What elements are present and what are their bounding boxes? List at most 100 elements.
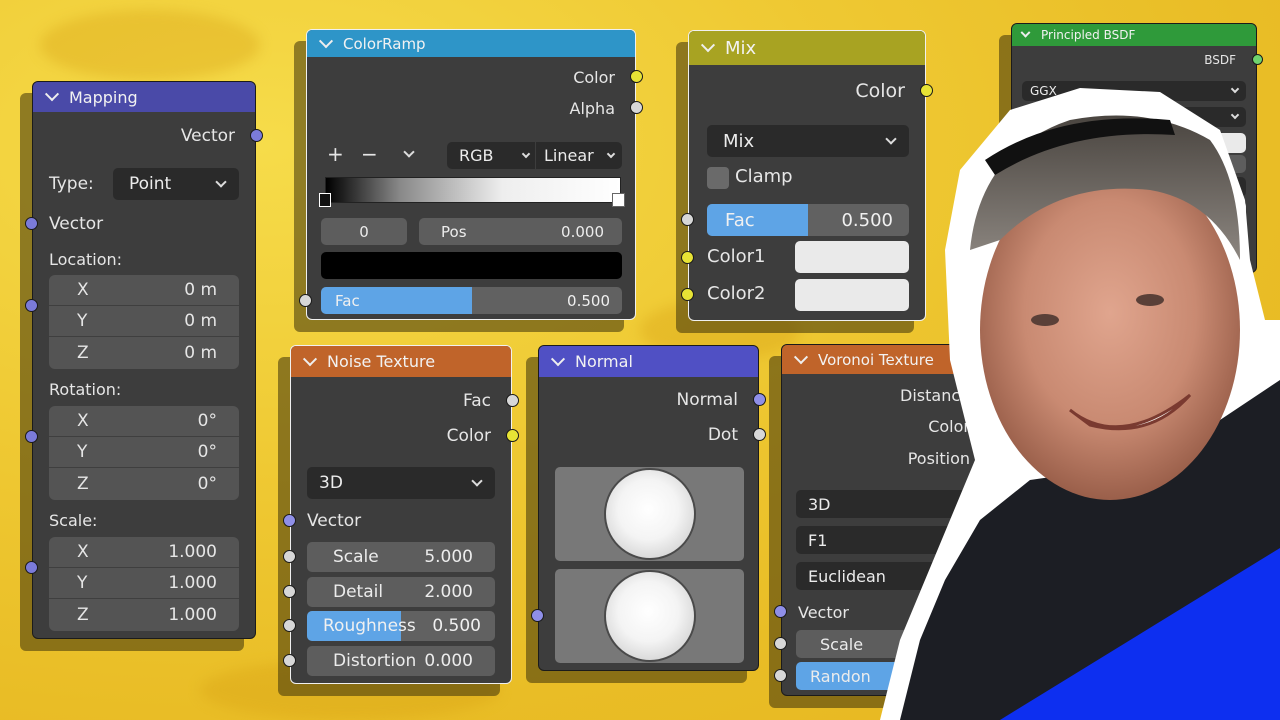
voronoi-color-output-socket[interactable]: [985, 419, 998, 432]
color-ramp-gradient[interactable]: [325, 177, 621, 203]
noise-vector-input-socket[interactable]: [283, 514, 296, 527]
ramp-stop-black-handle[interactable]: [319, 193, 331, 207]
mapping-node[interactable]: Mapping Vector Type: Point Vector Locati…: [25, 81, 263, 639]
mapping-location-socket[interactable]: [25, 299, 38, 312]
mix-color-output-socket[interactable]: [920, 84, 933, 97]
voronoi-node-header[interactable]: Voronoi Texture: [782, 345, 990, 374]
mapping-scale-vector[interactable]: X 1.000 Y 1.000 Z 1.000: [49, 537, 239, 631]
voronoi-scale-socket[interactable]: [774, 637, 787, 650]
collapse-chevron-icon[interactable]: [793, 349, 809, 364]
collapse-chevron-icon[interactable]: [1020, 27, 1031, 38]
scale-y-field[interactable]: Y 1.000: [49, 568, 239, 599]
noise-fac-output-socket[interactable]: [506, 394, 519, 407]
bsdf-output-socket[interactable]: [1252, 54, 1263, 65]
normal-input-sphere-widget[interactable]: [555, 569, 744, 663]
color2-input-socket[interactable]: [681, 288, 694, 301]
noise-color-output-socket[interactable]: [506, 429, 519, 442]
mapping-rotation-vector[interactable]: X 0° Y 0° Z 0°: [49, 406, 239, 500]
base-color-swatch[interactable]: [1022, 133, 1246, 153]
noise-detail-field[interactable]: Detail 2.000: [307, 577, 495, 607]
distance-output-socket[interactable]: [985, 388, 998, 401]
mapping-type-dropdown[interactable]: Point: [113, 168, 239, 200]
voronoi-metric-dropdown[interactable]: Euclidean: [796, 562, 976, 590]
color2-swatch[interactable]: [795, 279, 909, 311]
collapse-chevron-icon[interactable]: [700, 38, 716, 53]
colorramp-node[interactable]: ColorRamp Color Alpha + − RGB Linear 0 P…: [299, 29, 643, 320]
mapping-scale-socket[interactable]: [25, 561, 38, 574]
rotation-z-field[interactable]: Z 0°: [49, 468, 239, 499]
ramp-menu-chevron-icon[interactable]: [403, 146, 415, 158]
normal-direction-sphere-widget[interactable]: [555, 467, 744, 561]
noise-distortion-field[interactable]: Distortion 0.000: [307, 646, 495, 676]
noise-roughness-socket[interactable]: [283, 619, 296, 632]
mapping-location-vector[interactable]: X 0 m Y 0 m Z 0 m: [49, 275, 239, 369]
subsurface-color-swatch[interactable]: [1022, 201, 1246, 219]
scale-z-field[interactable]: Z 1.000: [49, 599, 239, 630]
collapse-chevron-icon[interactable]: [550, 351, 566, 366]
dot-output-socket[interactable]: [753, 428, 766, 441]
mix-fac-input-socket[interactable]: [681, 213, 694, 226]
normal-output-socket[interactable]: [753, 393, 766, 406]
ramp-stop-white-handle[interactable]: [612, 193, 625, 207]
subsurface-field[interactable]: 000: [1022, 155, 1246, 173]
clamp-checkbox[interactable]: [707, 167, 729, 189]
noise-roughness-slider[interactable]: Roughness 0.500: [307, 611, 495, 641]
distribution-dropdown[interactable]: GGX: [1022, 81, 1246, 101]
noise-detail-socket[interactable]: [283, 585, 296, 598]
principled-dropdown-3[interactable]: [1022, 177, 1246, 197]
stop-position-field[interactable]: Pos 0.000: [419, 218, 622, 245]
interpolation-dropdown[interactable]: Linear: [536, 142, 622, 169]
voronoi-vector-input-socket[interactable]: [774, 605, 787, 618]
normal-node-header[interactable]: Normal: [539, 346, 758, 377]
normal-input-socket[interactable]: [531, 609, 544, 622]
add-stop-button[interactable]: +: [327, 142, 344, 166]
scale-x-field[interactable]: X 1.000: [49, 537, 239, 568]
collapse-chevron-icon[interactable]: [44, 87, 60, 102]
noise-dimensions-dropdown[interactable]: 3D: [307, 467, 495, 499]
mapping-vector-input-socket[interactable]: [25, 217, 38, 230]
color1-input-socket[interactable]: [681, 251, 694, 264]
colorramp-color-output-socket[interactable]: [630, 70, 643, 83]
mix-node-header[interactable]: Mix: [689, 31, 925, 65]
location-y-field[interactable]: Y 0 m: [49, 306, 239, 337]
subsurface-method-dropdown[interactable]: [1022, 107, 1246, 127]
noise-texture-node[interactable]: Noise Texture Fac Color 3D Vector Scale …: [283, 345, 519, 684]
location-x-field[interactable]: X 0 m: [49, 275, 239, 306]
principled-node-header[interactable]: Principled BSDF: [1012, 24, 1256, 46]
noise-scale-socket[interactable]: [283, 550, 296, 563]
location-z-field[interactable]: Z 0 m: [49, 337, 239, 368]
voronoi-dimensions-dropdown[interactable]: 3D: [796, 490, 976, 518]
stop-index-field[interactable]: 0: [321, 218, 407, 245]
remove-stop-button[interactable]: −: [361, 142, 378, 166]
noise-scale-field[interactable]: Scale 5.000: [307, 542, 495, 572]
position-output-socket[interactable]: [985, 451, 998, 464]
colorramp-alpha-output-socket[interactable]: [630, 101, 643, 114]
mapping-node-header[interactable]: Mapping: [33, 82, 255, 112]
voronoi-randomness-socket[interactable]: [774, 669, 787, 682]
collapse-chevron-icon[interactable]: [318, 33, 334, 48]
blend-mode-dropdown[interactable]: Mix: [707, 125, 909, 157]
mapping-rotation-socket[interactable]: [25, 430, 38, 443]
voronoi-texture-node[interactable]: Voronoi Texture Distance Color Position …: [774, 344, 998, 696]
mix-fac-slider[interactable]: Fac 0.500: [707, 204, 909, 236]
collapse-chevron-icon[interactable]: [302, 351, 318, 366]
principled-bsdf-node[interactable]: Principled BSDF BSDF GGX 000: [1011, 23, 1263, 273]
rotation-y-field[interactable]: Y 0°: [49, 437, 239, 468]
voronoi-feature-dropdown[interactable]: F1: [796, 526, 976, 554]
colorramp-fac-input-socket[interactable]: [299, 294, 312, 307]
mix-node[interactable]: Mix Color Mix Clamp Fac 0.500 Color1 Col…: [681, 30, 933, 321]
rotation-x-field[interactable]: X 0°: [49, 406, 239, 437]
stop-color-swatch[interactable]: [321, 252, 622, 279]
colorramp-fac-slider[interactable]: Fac 0.500: [321, 287, 622, 314]
mapping-type-label: Type:: [49, 174, 94, 194]
voronoi-scale-field[interactable]: Scale: [796, 630, 976, 658]
colorramp-node-header[interactable]: ColorRamp: [307, 30, 635, 57]
color1-swatch[interactable]: [795, 241, 909, 273]
position-output-row: Position: [782, 444, 990, 472]
noise-distortion-socket[interactable]: [283, 654, 296, 667]
color-mode-dropdown[interactable]: RGB: [447, 142, 535, 169]
normal-node[interactable]: Normal Normal Dot: [531, 345, 766, 671]
noise-node-header[interactable]: Noise Texture: [291, 346, 511, 377]
mapping-vector-output-socket[interactable]: [250, 129, 263, 142]
voronoi-randomness-slider[interactable]: Randon: [796, 662, 976, 690]
